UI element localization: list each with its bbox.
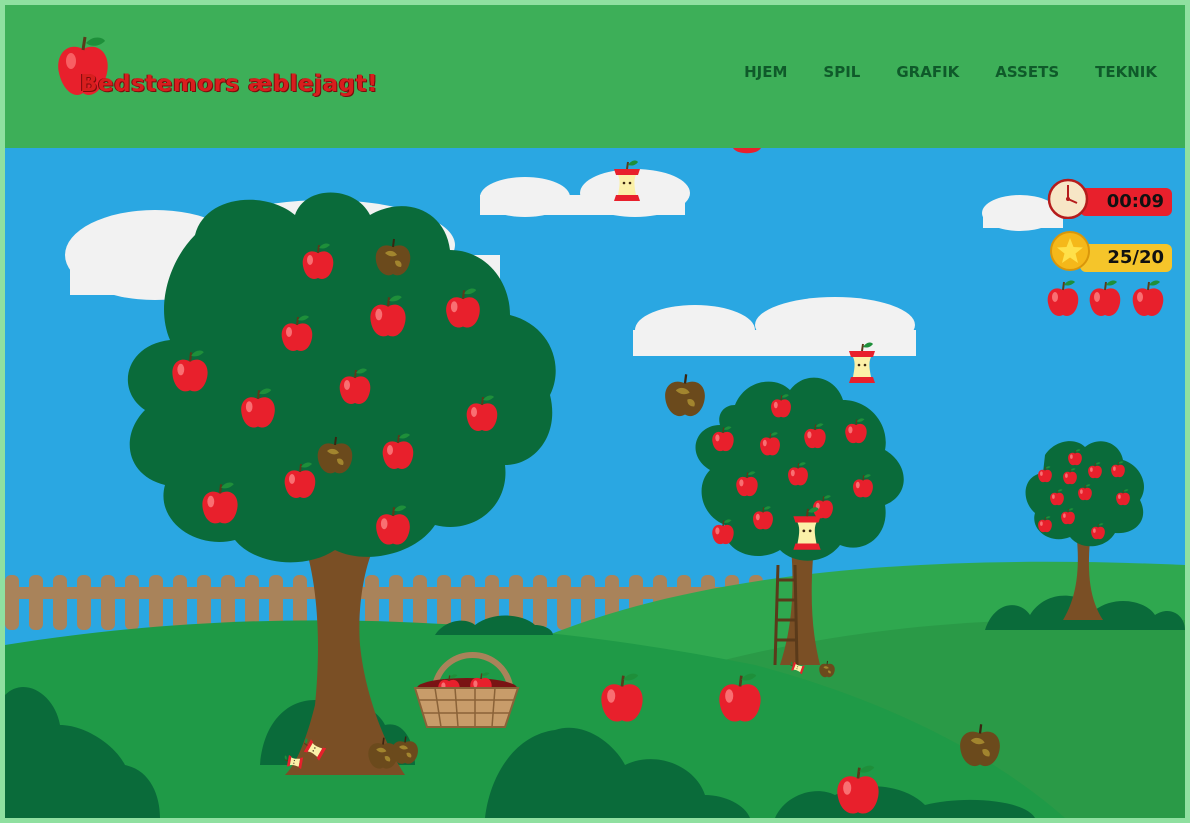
life-apple-icon (1131, 280, 1165, 317)
nav-grafik[interactable]: GRAFIK (896, 63, 959, 81)
nav-spil[interactable]: SPIL (823, 63, 860, 81)
falling-apple-partial[interactable] (733, 148, 761, 154)
game-scene[interactable] (5, 148, 1185, 818)
nav-teknik[interactable]: TEKNIK (1095, 63, 1157, 81)
life-apple-icon (1088, 280, 1122, 317)
falling-rotten-apple[interactable] (663, 373, 707, 418)
main-nav: HJEM SPIL GRAFIK ASSETS TEKNIK (744, 63, 1157, 81)
gold-star-coin-icon (1050, 231, 1090, 271)
score-display: 25/20 (1080, 244, 1172, 272)
cloud-top (480, 169, 690, 217)
stopwatch-icon (1047, 178, 1089, 219)
nav-hjem[interactable]: HJEM (744, 63, 787, 81)
nav-assets[interactable]: ASSETS (995, 63, 1059, 81)
site-header: Bedstemors æblejagt! HJEM SPIL GRAFIK AS… (5, 5, 1185, 148)
game-title: Bedstemors æblejagt! (80, 71, 379, 97)
cloud-middle (633, 297, 916, 356)
life-apple-icon (1046, 280, 1080, 317)
game-frame: Bedstemors æblejagt! HJEM SPIL GRAFIK AS… (5, 5, 1185, 818)
timer-display: 00:09 (1080, 188, 1172, 216)
